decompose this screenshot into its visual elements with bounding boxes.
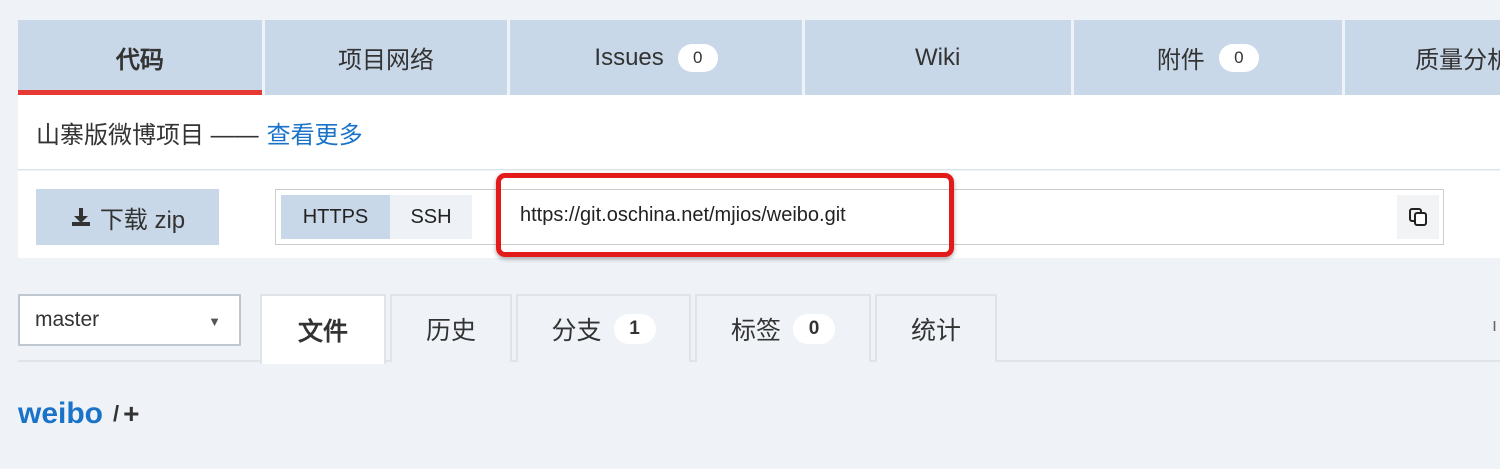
- ssh-toggle[interactable]: SSH: [390, 195, 472, 239]
- repo-root-link[interactable]: weibo: [18, 397, 103, 431]
- tab-attachments-label: 附件: [1156, 47, 1205, 74]
- tab-quality-label: 质量分析: [1415, 47, 1500, 74]
- attachments-count-badge: 0: [1218, 43, 1259, 72]
- tab-branches[interactable]: 分支 1: [516, 294, 691, 362]
- download-zip-label: 下载 zip: [99, 206, 186, 234]
- tab-files[interactable]: 文件: [260, 294, 386, 364]
- branch-select-value: master: [35, 308, 100, 331]
- tab-attachments[interactable]: 附件 0: [1073, 20, 1343, 95]
- clone-panel: 下载 zip HTTPS SSH https://git.oschina.net…: [18, 171, 1500, 258]
- tab-issues[interactable]: Issues 0: [510, 20, 802, 95]
- tab-history-label: 历史: [425, 317, 476, 345]
- clone-url-input[interactable]: https://git.oschina.net/mjios/weibo.git: [520, 204, 1380, 227]
- view-more-link[interactable]: 查看更多: [267, 115, 363, 150]
- edge-glyph: ı: [1492, 315, 1498, 335]
- breadcrumb: weibo / +: [18, 397, 140, 431]
- project-nav-tabs: 代码 项目网络 Issues 0 Wiki 附件 0 质量分析: [18, 20, 1500, 95]
- tab-code[interactable]: 代码: [18, 20, 262, 95]
- branch-select[interactable]: master ▼: [18, 294, 241, 346]
- copy-icon: [1409, 208, 1427, 226]
- project-description: 山寨版微博项目 —— 查看更多: [18, 95, 1500, 170]
- add-file-button[interactable]: +: [123, 398, 139, 430]
- download-icon: [71, 208, 90, 226]
- tab-code-label: 代码: [115, 47, 164, 74]
- tab-files-label: 文件: [297, 318, 348, 346]
- tab-wiki[interactable]: Wiki: [804, 20, 1071, 95]
- tab-quality-analysis[interactable]: 质量分析: [1345, 20, 1500, 95]
- tab-stats[interactable]: 统计: [875, 294, 997, 362]
- tab-wiki-label: Wiki: [915, 43, 961, 71]
- path-separator: /: [113, 401, 120, 426]
- issues-count-badge: 0: [677, 43, 718, 72]
- tab-tags[interactable]: 标签 0: [695, 294, 871, 362]
- tab-branches-label: 分支: [551, 317, 602, 345]
- copy-url-button[interactable]: [1397, 195, 1439, 239]
- tab-stats-label: 统计: [910, 317, 961, 345]
- tab-network[interactable]: 项目网络: [264, 20, 508, 95]
- clone-url-box: HTTPS SSH https://git.oschina.net/mjios/…: [275, 189, 1444, 245]
- https-toggle[interactable]: HTTPS: [281, 195, 390, 239]
- download-zip-button[interactable]: 下载 zip: [36, 189, 219, 245]
- tab-issues-label: Issues: [594, 43, 664, 71]
- tab-history[interactable]: 历史: [390, 294, 512, 362]
- caret-down-icon: ▼: [208, 314, 221, 329]
- tab-tags-label: 标签: [730, 317, 781, 345]
- branches-count-badge: 1: [613, 314, 656, 344]
- description-text: 山寨版微博项目 ——: [36, 121, 259, 149]
- tags-count-badge: 0: [793, 314, 835, 344]
- tab-network-label: 项目网络: [337, 47, 434, 74]
